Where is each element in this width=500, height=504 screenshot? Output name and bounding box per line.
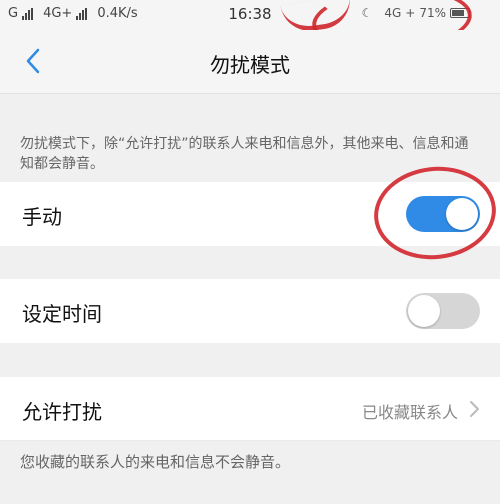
page-title: 勿扰模式 xyxy=(210,53,290,77)
allow-value: 已收藏联系人 xyxy=(361,403,458,422)
setting-label-allow: 允许打扰 xyxy=(22,400,102,424)
setting-row-allow[interactable]: 允许打扰 已收藏联系人 xyxy=(0,377,500,441)
allow-note: 您收藏的联系人的来电和信息不会静音。 xyxy=(20,453,291,471)
setting-label-scheduled: 设定时间 xyxy=(22,302,102,326)
scheduled-toggle[interactable] xyxy=(406,293,480,329)
nav-bar: 勿扰模式 xyxy=(0,30,500,94)
red-annotation-circle-toggle xyxy=(369,160,500,266)
mode-description: 勿扰模式下，除“允许打扰”的联系人来电和信息外，其他来电、信息和通知都会静音。 xyxy=(20,136,469,172)
setting-label-manual: 手动 xyxy=(22,205,62,229)
setting-row-scheduled[interactable]: 设定时间 xyxy=(0,279,500,343)
toggle-knob xyxy=(408,295,440,327)
chevron-right-icon xyxy=(470,401,479,417)
